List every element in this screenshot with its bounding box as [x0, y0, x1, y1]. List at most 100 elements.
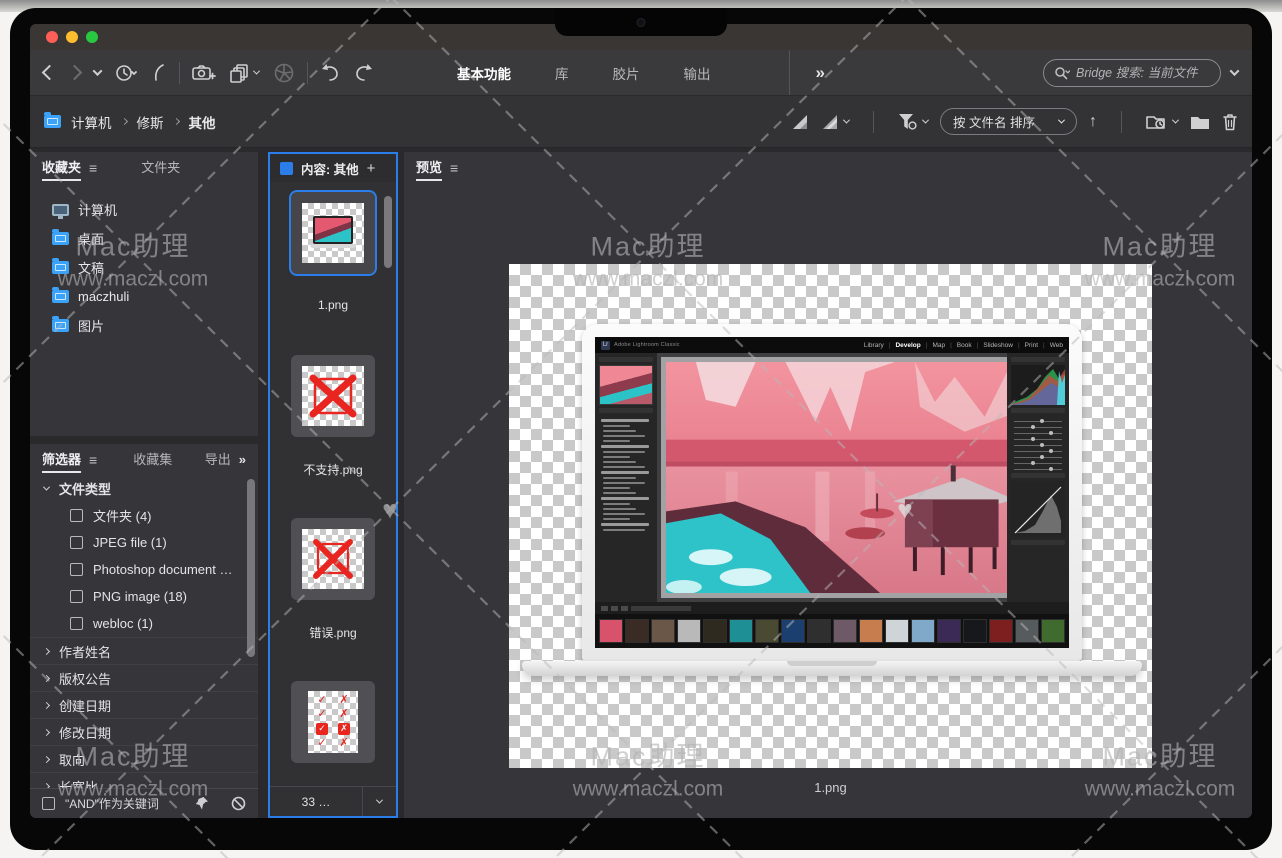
panel-menu-icon[interactable]: ≡	[89, 160, 97, 176]
breadcrumb-computer[interactable]: 计算机	[71, 112, 112, 132]
content-selection-icon[interactable]	[280, 162, 293, 175]
breadcrumb-current[interactable]: 其他	[189, 112, 216, 132]
thumbnail[interactable]: ✓✗ ✓✗ ✓✗ ✓✗	[291, 681, 375, 763]
search-area	[1043, 59, 1238, 87]
forward-button[interactable]	[69, 67, 80, 78]
filter-group-copyright[interactable]: 版权公告	[30, 664, 258, 691]
folder-home-icon	[52, 290, 69, 303]
minimize-window-button[interactable]	[66, 31, 78, 43]
filter-group-date-modified[interactable]: 修改日期	[30, 718, 258, 745]
panel-menu-icon[interactable]: ≡	[450, 160, 458, 176]
panel-menu-icon[interactable]: ≡	[89, 452, 97, 468]
search-options-chevron-icon[interactable]	[1231, 69, 1238, 76]
thumbnail[interactable]	[291, 355, 375, 437]
thumbnail-quality-icon[interactable]	[792, 114, 810, 130]
lightroom-navigator-panel	[595, 353, 657, 602]
search-input[interactable]	[1076, 66, 1210, 80]
tab-libraries[interactable]: 库	[555, 63, 569, 83]
breadcrumb-separator-icon	[172, 118, 179, 125]
computer-icon	[52, 204, 69, 216]
preview-quality-icon[interactable]	[822, 114, 849, 130]
filter-group-author[interactable]: 作者姓名	[30, 637, 258, 664]
search-box[interactable]	[1043, 59, 1221, 87]
delete-trash-icon[interactable]	[1222, 113, 1238, 131]
close-window-button[interactable]	[46, 31, 58, 43]
thumbnail-selected[interactable]	[291, 192, 375, 274]
favorites-item-label: 计算机	[78, 200, 117, 219]
checkbox[interactable]	[70, 590, 83, 603]
thumbnail[interactable]	[291, 518, 375, 600]
thumbnail-size-chevron-icon[interactable]	[362, 787, 396, 816]
tab-folders[interactable]: 文件夹	[141, 157, 180, 179]
search-icon	[1054, 66, 1070, 80]
add-content-tab-button[interactable]: +	[367, 160, 376, 177]
favorites-item-computer[interactable]: 计算机	[30, 195, 258, 224]
checkbox[interactable]	[70, 563, 83, 576]
transparency-checkerboard: Lr Adobe Lightroom Classic Library| Deve…	[509, 264, 1152, 768]
new-folder-icon[interactable]	[1190, 114, 1210, 130]
filmstrip-thumb	[625, 619, 649, 643]
sort-ascending-icon[interactable]: ↑	[1089, 113, 1097, 131]
filter-scrollbar[interactable]	[247, 479, 255, 657]
tab-preview[interactable]: 预览	[416, 157, 442, 179]
chevron-right-icon	[43, 782, 50, 788]
filter-group-orientation[interactable]: 取向	[30, 745, 258, 772]
clear-filter-icon[interactable]	[231, 796, 246, 811]
tab-favorites[interactable]: 收藏夹	[42, 157, 81, 179]
batch-copy-icon[interactable]	[230, 63, 259, 83]
favorites-item-documents[interactable]: 文稿	[30, 253, 258, 282]
favorites-item-home[interactable]: maczhuli	[30, 282, 258, 311]
camera-icon	[637, 18, 646, 27]
tab-collections[interactable]: 收藏集	[133, 449, 172, 471]
tab-output[interactable]: 输出	[684, 63, 711, 83]
filter-group-aspect-ratio[interactable]: 长宽比	[30, 772, 258, 788]
filter-item-webloc[interactable]: webloc (1)	[30, 610, 258, 637]
favorites-item-pictures[interactable]: 图片	[30, 311, 258, 340]
zoom-window-button[interactable]	[86, 31, 98, 43]
content-scrollbar[interactable]	[384, 196, 392, 268]
view-sort-controls: 按 文件名 排序 ↑	[792, 108, 1238, 135]
content-item-2[interactable]: 不支持.png	[270, 355, 396, 475]
filter-item-folders[interactable]: 文件夹 (4)	[30, 502, 258, 529]
and-keyword-checkbox[interactable]	[42, 797, 55, 810]
filter-item-psd[interactable]: Photoshop document …	[30, 556, 258, 583]
recent-files-folder-icon[interactable]	[1146, 113, 1178, 131]
keep-filter-pin-icon[interactable]	[195, 796, 209, 811]
checkbox[interactable]	[70, 536, 83, 549]
checkbox[interactable]	[70, 617, 83, 630]
develop-sliders	[1011, 416, 1065, 470]
boomerang-return-icon[interactable]	[151, 63, 167, 83]
workspace-overflow-button[interactable]: »	[789, 50, 825, 95]
favorites-item-desktop[interactable]: 桌面	[30, 224, 258, 253]
history-clock-icon[interactable]	[115, 63, 137, 83]
content-item-3[interactable]: 错误.png	[270, 518, 396, 638]
undo-icon[interactable]	[320, 64, 340, 82]
filter-item-jpeg[interactable]: JPEG file (1)	[30, 529, 258, 556]
favorites-panel: 收藏夹 ≡ 文件夹 计算机 桌面	[30, 152, 258, 436]
aperture-icon[interactable]	[273, 62, 295, 84]
breadcrumb-user[interactable]: 修斯	[137, 112, 164, 132]
filmstrip-thumb	[599, 619, 623, 643]
filter-rating-icon[interactable]	[898, 113, 928, 131]
tab-essentials[interactable]: 基本功能	[457, 63, 511, 83]
recent-locations-dropdown-icon[interactable]	[94, 69, 101, 76]
content-list: 1.png 不支持.png	[270, 182, 396, 786]
content-item-4[interactable]: ✓✗ ✓✗ ✓✗ ✓✗	[270, 681, 396, 763]
content-item-1[interactable]: 1.png	[270, 192, 396, 312]
sort-dropdown[interactable]: 按 文件名 排序	[940, 108, 1077, 135]
filter-group-file-type[interactable]: 文件类型	[30, 475, 258, 502]
get-photos-from-camera-icon[interactable]	[192, 63, 216, 83]
filter-panel: 筛选器 ≡ 收藏集 导出 » 文件类型	[30, 444, 258, 818]
filter-tabs-overflow-button[interactable]: »	[239, 452, 246, 467]
tab-export[interactable]: 导出	[205, 449, 231, 471]
filmstrip-thumb	[755, 619, 779, 643]
tab-filmstrip[interactable]: 胶片	[613, 63, 640, 83]
redo-icon[interactable]	[354, 64, 374, 82]
filter-group-date-created[interactable]: 创建日期	[30, 691, 258, 718]
filmstrip-thumb	[859, 619, 883, 643]
filter-item-png[interactable]: PNG image (18)	[30, 583, 258, 610]
back-button[interactable]	[44, 67, 55, 78]
checkbox[interactable]	[70, 509, 83, 522]
tab-filter[interactable]: 筛选器	[42, 449, 81, 471]
filter-panel-header: 筛选器 ≡ 收藏集 导出 »	[30, 444, 258, 475]
